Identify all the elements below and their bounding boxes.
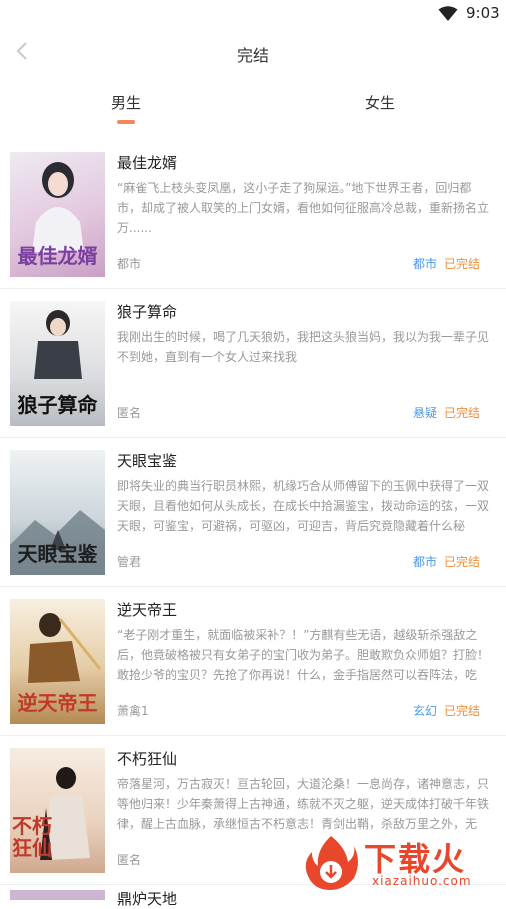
book-cover	[10, 890, 105, 900]
book-description: 即将失业的典当行职员林熙，机缘巧合从师傅留下的玉佩中获得了一双天眼，且看他如何从…	[117, 479, 490, 533]
cover-title: 逆天帝王	[17, 691, 98, 715]
book-description: “麻雀飞上枝头变凤凰，这小子走了狗屎运。”地下世界王者，回归都市，却成了被人取笑…	[117, 181, 490, 235]
book-title: 最佳龙婿	[117, 154, 178, 172]
book-title: 鼎炉天地	[117, 890, 178, 908]
book-item[interactable]: 逆天帝王 逆天帝王 “老子刚才重生，就面临被采补？！”方麒有些无语，越级斩杀强敌…	[0, 587, 506, 736]
cover-title: 不朽狂仙	[12, 814, 52, 860]
book-status: 已完结	[443, 257, 480, 271]
book-item[interactable]: 天眼宝鉴 天眼宝鉴 即将失业的典当行职员林熙，机缘巧合从师傅留下的玉佩中获得了一…	[0, 438, 506, 587]
cover-title: 狼子算命	[17, 393, 98, 417]
tab-male[interactable]: 男生	[66, 92, 186, 113]
book-status: 已完结	[443, 704, 480, 718]
book-author: 萧禽1	[117, 704, 149, 718]
tab-female[interactable]: 女生	[320, 92, 440, 113]
cover-title: 天眼宝鉴	[17, 542, 98, 566]
book-list: 最佳龙婿 最佳龙婿 “麻雀飞上枝头变凤凰，这小子走了狗屎运。”地下世界王者，回归…	[0, 140, 506, 885]
wifi-icon	[438, 6, 458, 21]
gender-tabs: 男生 女生	[0, 86, 506, 126]
book-category-tag: 都市	[413, 257, 438, 271]
book-author: 都市	[117, 257, 142, 271]
active-tab-indicator	[117, 120, 135, 124]
book-cover: 不朽狂仙	[10, 748, 105, 873]
book-cover: 狼子算命	[10, 301, 105, 426]
watermark-logo: 下载火 xiazaihuo.com	[302, 832, 502, 894]
book-author: 匿名	[117, 406, 142, 420]
book-title: 不朽狂仙	[117, 750, 178, 768]
book-description: “老子刚才重生，就面临被采补？！”方麒有些无语，越级斩杀强敌之后，他竟破格被只有…	[117, 628, 490, 682]
header: 完结	[0, 28, 506, 76]
book-description: 我刚出生的时候，喝了几天狼奶，我把这头狼当妈，我以为我一辈子见不到她，直到有一个…	[117, 330, 490, 364]
flame-logo-icon	[305, 836, 358, 890]
book-category-tag: 悬疑	[413, 406, 438, 420]
book-cover: 天眼宝鉴	[10, 450, 105, 575]
book-description: 帝落星河，万古寂灭！亘古轮回，大道沦桑！一息尚存，诸神意志，只等他归来！少年秦萧…	[117, 777, 490, 831]
book-cover: 最佳龙婿	[10, 152, 105, 277]
book-cover: 逆天帝王	[10, 599, 105, 724]
book-category-tag: 都市	[413, 555, 438, 569]
book-author: 管君	[117, 555, 142, 569]
book-title: 狼子算命	[117, 303, 178, 321]
book-status: 已完结	[443, 406, 480, 420]
page-title: 完结	[236, 46, 269, 65]
watermark-url: xiazaihuo.com	[372, 874, 472, 888]
cover-title: 最佳龙婿	[17, 244, 98, 268]
book-item[interactable]: 最佳龙婿 最佳龙婿 “麻雀飞上枝头变凤凰，这小子走了狗屎运。”地下世界王者，回归…	[0, 140, 506, 289]
book-title: 天眼宝鉴	[117, 452, 178, 470]
book-category-tag: 玄幻	[413, 704, 438, 718]
book-status: 已完结	[443, 555, 480, 569]
book-author: 匿名	[117, 853, 142, 867]
status-bar: 9:03	[0, 0, 506, 28]
book-title: 逆天帝王	[117, 601, 178, 619]
status-time: 9:03	[466, 4, 500, 22]
book-item[interactable]: 狼子算命 狼子算命 我刚出生的时候，喝了几天狼奶，我把这头狼当妈，我以为我一辈子…	[0, 289, 506, 438]
